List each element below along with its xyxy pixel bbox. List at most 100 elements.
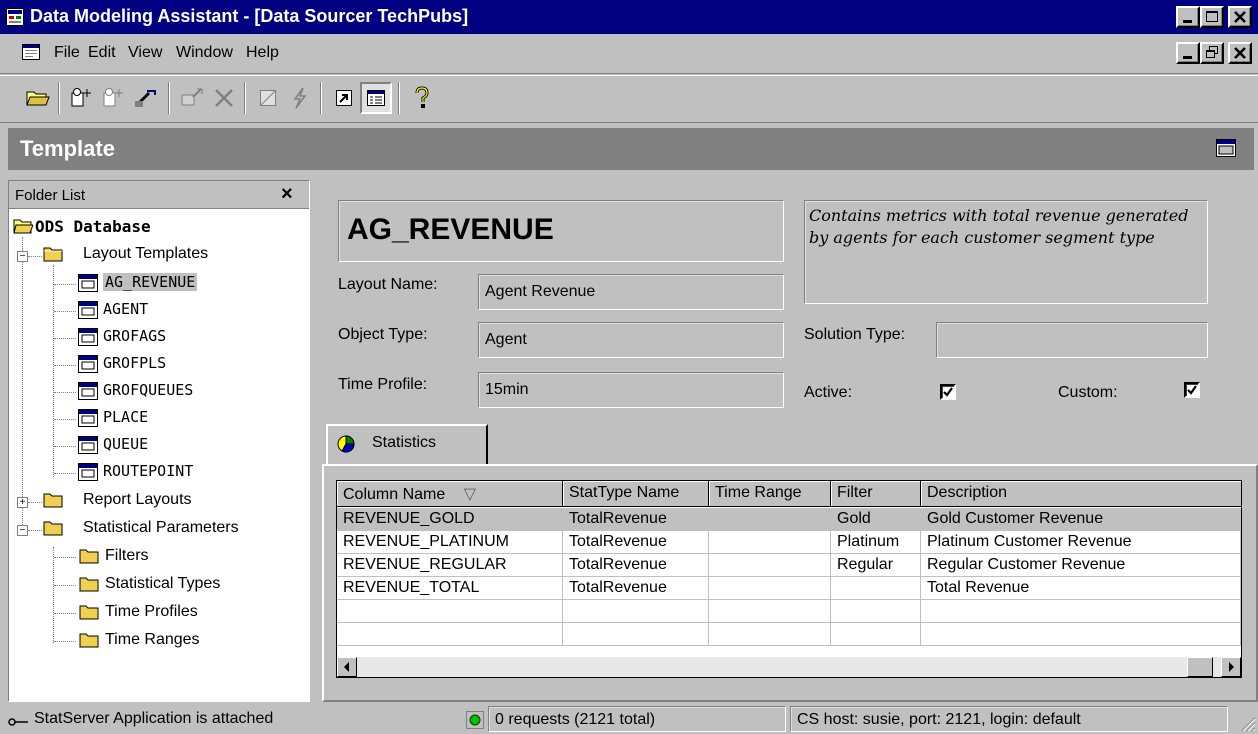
active-checkbox[interactable]	[940, 384, 956, 400]
lightning-icon[interactable]	[284, 82, 316, 114]
tree-item-template[interactable]: ROUTEPOINT	[103, 462, 193, 480]
cell-column-name[interactable]: REVENUE_GOLD	[337, 508, 563, 531]
window-view-icon[interactable]	[1216, 139, 1236, 162]
table-row[interactable]	[337, 600, 1241, 623]
cell-stattype-name[interactable]: TotalRevenue	[563, 577, 709, 600]
tree-item-template[interactable]: QUEUE	[103, 435, 148, 453]
cell-stattype-name[interactable]: TotalRevenue	[563, 508, 709, 531]
close-folder-list-button[interactable]: ×	[281, 183, 293, 206]
scroll-right-button[interactable]	[1221, 657, 1241, 677]
cell-filter[interactable]: Platinum	[831, 531, 921, 554]
table-row[interactable]: REVENUE_TOTAL TotalRevenue Total Revenue	[337, 577, 1241, 600]
cell-filter[interactable]	[831, 600, 921, 623]
tab-statistics[interactable]: Statistics	[326, 424, 488, 464]
cell-column-name[interactable]: REVENUE_PLATINUM	[337, 531, 563, 554]
tree-item-parameter[interactable]: Filters	[105, 547, 149, 565]
mdi-restore-button[interactable]	[1200, 42, 1224, 64]
column-header-time-range[interactable]: Time Range	[709, 481, 831, 507]
cell-time-range[interactable]	[709, 554, 831, 577]
tree-item-report-layouts[interactable]: Report Layouts	[83, 491, 192, 509]
cell-column-name[interactable]: REVENUE_REGULAR	[337, 554, 563, 577]
cell-stattype-name[interactable]	[563, 600, 709, 623]
scroll-thumb[interactable]	[1187, 657, 1213, 677]
activate-icon[interactable]	[176, 82, 208, 114]
solution-type-field[interactable]	[936, 322, 1208, 358]
cell-column-name[interactable]	[337, 623, 563, 646]
mdi-close-button[interactable]	[1228, 42, 1252, 64]
cell-time-range[interactable]	[709, 577, 831, 600]
column-header-stattype-name[interactable]: StatType Name	[563, 481, 709, 507]
maximize-button[interactable]	[1200, 6, 1224, 28]
mdi-minimize-button[interactable]	[1176, 42, 1200, 64]
grid-view-icon[interactable]	[360, 82, 392, 114]
tree-item-parameter[interactable]: Time Profiles	[105, 603, 198, 621]
menu-edit[interactable]: Edit	[88, 44, 116, 62]
expand-toggle[interactable]: +	[17, 497, 28, 508]
collapse-toggle[interactable]: −	[17, 251, 28, 262]
delete-icon[interactable]	[208, 82, 240, 114]
cell-time-range[interactable]	[709, 508, 831, 531]
cell-stattype-name[interactable]: TotalRevenue	[563, 554, 709, 577]
tree-root-ods-database[interactable]: ODS Database	[35, 217, 151, 236]
layout-name-field[interactable]: Agent Revenue	[478, 274, 784, 310]
cell-filter[interactable]	[831, 623, 921, 646]
help-icon[interactable]	[406, 82, 438, 114]
app-icon[interactable]	[6, 8, 24, 26]
copy-layout-icon[interactable]	[98, 82, 130, 114]
object-type-field[interactable]: Agent	[478, 322, 784, 358]
cell-description[interactable]: Platinum Customer Revenue	[921, 531, 1241, 554]
cell-description[interactable]: Total Revenue	[921, 577, 1241, 600]
table-row[interactable]: REVENUE_GOLD TotalRevenue Gold Gold Custome…	[337, 508, 1241, 531]
time-profile-field[interactable]: 15min	[478, 372, 784, 408]
wizard-icon[interactable]	[130, 82, 162, 114]
tree-item-statistical-parameters[interactable]: Statistical Parameters	[83, 519, 239, 537]
description-box[interactable]: Contains metrics with total revenue gene…	[804, 200, 1208, 304]
menu-help[interactable]: Help	[246, 44, 279, 62]
scroll-left-button[interactable]	[337, 657, 357, 677]
cell-time-range[interactable]	[709, 531, 831, 554]
template-banner: Template	[8, 128, 1254, 170]
horizontal-scrollbar[interactable]	[337, 657, 1241, 677]
tree-item-template[interactable]: AGENT	[103, 300, 148, 318]
cell-stattype-name[interactable]	[563, 623, 709, 646]
cell-stattype-name[interactable]: TotalRevenue	[563, 531, 709, 554]
tree-item-template[interactable]: GROFPLS	[103, 354, 166, 372]
cell-description[interactable]: Regular Customer Revenue	[921, 554, 1241, 577]
document-icon[interactable]	[22, 44, 40, 60]
tree-item-parameter[interactable]: Time Ranges	[105, 631, 200, 649]
close-window-button[interactable]	[1228, 6, 1252, 28]
cell-filter[interactable]: Regular	[831, 554, 921, 577]
checkbox-icon[interactable]	[252, 82, 284, 114]
tree-item-template[interactable]: AG_REVENUE	[103, 273, 198, 291]
cell-filter[interactable]: Gold	[831, 508, 921, 531]
cell-column-name[interactable]	[337, 600, 563, 623]
tree-item-layout-templates[interactable]: Layout Templates	[83, 245, 208, 263]
column-header-filter[interactable]: Filter	[831, 481, 921, 507]
table-row[interactable]: REVENUE_PLATINUM TotalRevenue Platinum Plat…	[337, 531, 1241, 554]
cell-description[interactable]	[921, 623, 1241, 646]
cell-time-range[interactable]	[709, 623, 831, 646]
arrow-icon[interactable]	[328, 82, 360, 114]
new-layout-icon[interactable]	[66, 82, 98, 114]
custom-checkbox[interactable]	[1184, 382, 1200, 398]
collapse-toggle[interactable]: −	[17, 525, 28, 536]
cell-description[interactable]	[921, 600, 1241, 623]
cell-filter[interactable]	[831, 577, 921, 600]
minimize-button[interactable]	[1176, 6, 1200, 28]
column-header-description[interactable]: Description	[921, 481, 1241, 507]
tree-item-parameter[interactable]: Statistical Types	[105, 575, 220, 593]
resize-grip-icon[interactable]	[1236, 712, 1256, 734]
menu-file[interactable]: File	[54, 44, 80, 62]
cell-time-range[interactable]	[709, 600, 831, 623]
cell-column-name[interactable]: REVENUE_TOTAL	[337, 577, 563, 600]
table-row[interactable]	[337, 623, 1241, 646]
open-folder-icon[interactable]	[22, 82, 54, 114]
table-row[interactable]: REVENUE_REGULAR TotalRevenue Regular Regula…	[337, 554, 1241, 577]
tree-item-template[interactable]: GROFAGS	[103, 327, 166, 345]
menu-window[interactable]: Window	[176, 44, 233, 62]
column-header-column-name[interactable]: Column Name ▽	[337, 481, 563, 507]
tree-item-template[interactable]: GROFQUEUES	[103, 381, 193, 399]
cell-description[interactable]: Gold Customer Revenue	[921, 508, 1241, 531]
tree-item-template[interactable]: PLACE	[103, 408, 148, 426]
menu-view[interactable]: View	[128, 44, 162, 62]
